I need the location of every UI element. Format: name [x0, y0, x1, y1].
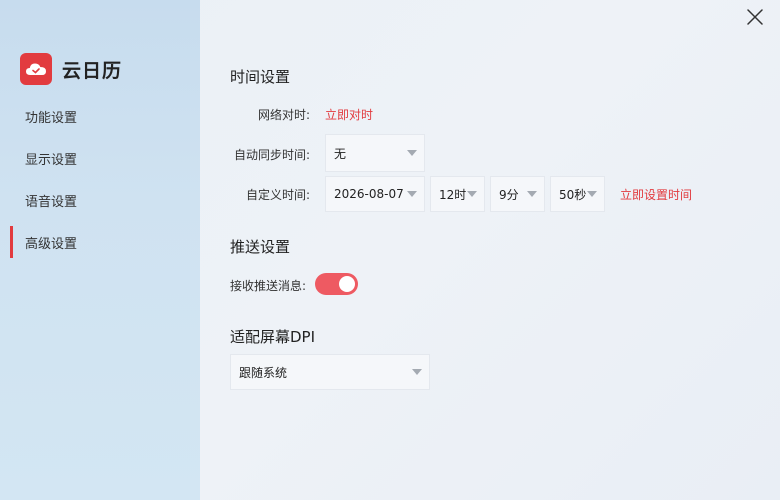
close-icon: [747, 9, 763, 25]
dpi-settings-title: 适配屏幕DPI: [230, 328, 316, 346]
push-settings-title: 推送设置: [230, 238, 291, 256]
sidebar: 云日历 功能设置 显示设置 语音设置 高级设置: [0, 0, 200, 500]
minute-value: 9分: [499, 187, 519, 202]
network-sync-label: 网络对时:: [257, 108, 310, 122]
app-logo: 云日历: [20, 53, 122, 85]
sidebar-item-voice-settings[interactable]: 语音设置: [0, 184, 200, 216]
second-select[interactable]: 50秒: [550, 176, 605, 212]
date-value: 2026-08-07: [334, 187, 404, 201]
close-button[interactable]: [744, 6, 766, 28]
chevron-down-icon: [407, 150, 417, 156]
minute-select[interactable]: 9分: [490, 176, 545, 212]
dpi-select[interactable]: 跟随系统: [230, 354, 430, 390]
sidebar-item-advanced-settings[interactable]: 高级设置: [0, 226, 200, 258]
hour-select[interactable]: 12时: [430, 176, 485, 212]
chevron-down-icon: [587, 191, 597, 197]
sidebar-item-label: 语音设置: [25, 194, 78, 210]
receive-push-label: 接收推送消息:: [230, 279, 307, 293]
auto-sync-select[interactable]: 无: [325, 134, 425, 172]
chevron-down-icon: [527, 191, 537, 197]
sync-now-link[interactable]: 立即对时: [325, 106, 373, 123]
sidebar-item-label: 显示设置: [25, 152, 78, 168]
chevron-down-icon: [407, 191, 417, 197]
settings-window: 云日历 功能设置 显示设置 语音设置 高级设置 时间设置 网络对时: 立即对时 …: [0, 0, 780, 500]
auto-sync-value: 无: [334, 146, 347, 161]
date-select[interactable]: 2026-08-07: [325, 176, 425, 212]
sidebar-item-label: 功能设置: [25, 110, 78, 126]
sidebar-item-label: 高级设置: [25, 236, 78, 252]
sidebar-item-function-settings[interactable]: 功能设置: [0, 100, 200, 132]
toggle-knob: [339, 276, 355, 292]
auto-sync-label: 自动同步时间:: [233, 148, 310, 162]
chevron-down-icon: [467, 191, 477, 197]
receive-push-toggle[interactable]: [315, 273, 358, 295]
sidebar-item-display-settings[interactable]: 显示设置: [0, 142, 200, 174]
second-value: 50秒: [559, 187, 587, 202]
custom-time-label: 自定义时间:: [245, 188, 310, 202]
time-settings-title: 时间设置: [230, 68, 291, 86]
set-time-now-link[interactable]: 立即设置时间: [620, 186, 692, 203]
app-name: 云日历: [62, 59, 123, 82]
cloud-calendar-logo-icon: [20, 53, 52, 85]
hour-value: 12时: [439, 187, 467, 202]
dpi-value: 跟随系统: [239, 365, 288, 380]
chevron-down-icon: [412, 369, 422, 375]
